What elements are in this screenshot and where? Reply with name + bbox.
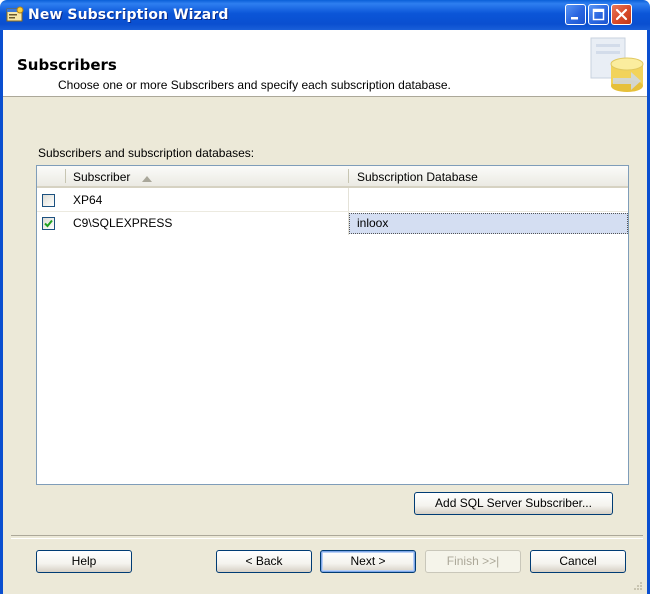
list-label: Subscribers and subscription databases:	[38, 146, 255, 160]
dialog-body: Subscribers Choose one or more Subscribe…	[0, 30, 650, 594]
cancel-button[interactable]: Cancel	[530, 550, 626, 573]
sort-ascending-icon	[141, 172, 153, 186]
subscriber-cell[interactable]: XP64	[73, 193, 102, 207]
page-title: Subscribers	[17, 56, 117, 74]
wizard-window: New Subscription Wizard Subscribers Choo…	[0, 0, 650, 594]
database-cell-editor[interactable]: inloox	[349, 213, 628, 234]
checkmark-icon	[44, 219, 53, 228]
title-bar[interactable]: New Subscription Wizard	[0, 0, 650, 30]
close-icon	[615, 8, 628, 21]
grid-header: Subscriber Subscription Database	[37, 166, 628, 188]
column-divider[interactable]	[348, 169, 349, 183]
table-row[interactable]: C9\SQLEXPRESS inloox	[37, 212, 628, 235]
footer-divider	[11, 535, 643, 539]
back-button[interactable]: < Back	[216, 550, 312, 573]
resize-grip-icon[interactable]	[633, 580, 643, 590]
maximize-icon	[592, 8, 605, 21]
subscriber-cell[interactable]: C9\SQLEXPRESS	[73, 216, 172, 230]
wizard-window-icon	[6, 6, 24, 24]
page-subtitle: Choose one or more Subscribers and speci…	[58, 78, 451, 92]
help-button[interactable]: Help	[36, 550, 132, 573]
next-button[interactable]: Next >	[320, 550, 416, 573]
minimize-button[interactable]	[565, 4, 586, 25]
column-divider	[65, 169, 66, 183]
column-header-database[interactable]: Subscription Database	[357, 170, 478, 184]
database-graphic-icon	[583, 34, 645, 94]
table-row[interactable]: XP64	[37, 189, 628, 212]
window-title: New Subscription Wizard	[28, 7, 229, 23]
finish-button: Finish >>|	[425, 550, 521, 573]
close-button[interactable]	[611, 4, 632, 25]
subscribers-grid[interactable]: Subscriber Subscription Database XP64 C9…	[36, 165, 629, 485]
database-cell[interactable]: inloox	[357, 216, 388, 230]
minimize-icon	[571, 17, 578, 20]
maximize-button[interactable]	[588, 4, 609, 25]
row-checkbox[interactable]	[42, 217, 55, 230]
wizard-header: Subscribers Choose one or more Subscribe…	[3, 30, 647, 97]
add-sql-server-subscriber-button[interactable]: Add SQL Server Subscriber...	[414, 492, 613, 515]
column-header-subscriber[interactable]: Subscriber	[73, 170, 130, 184]
row-checkbox[interactable]	[42, 194, 55, 207]
